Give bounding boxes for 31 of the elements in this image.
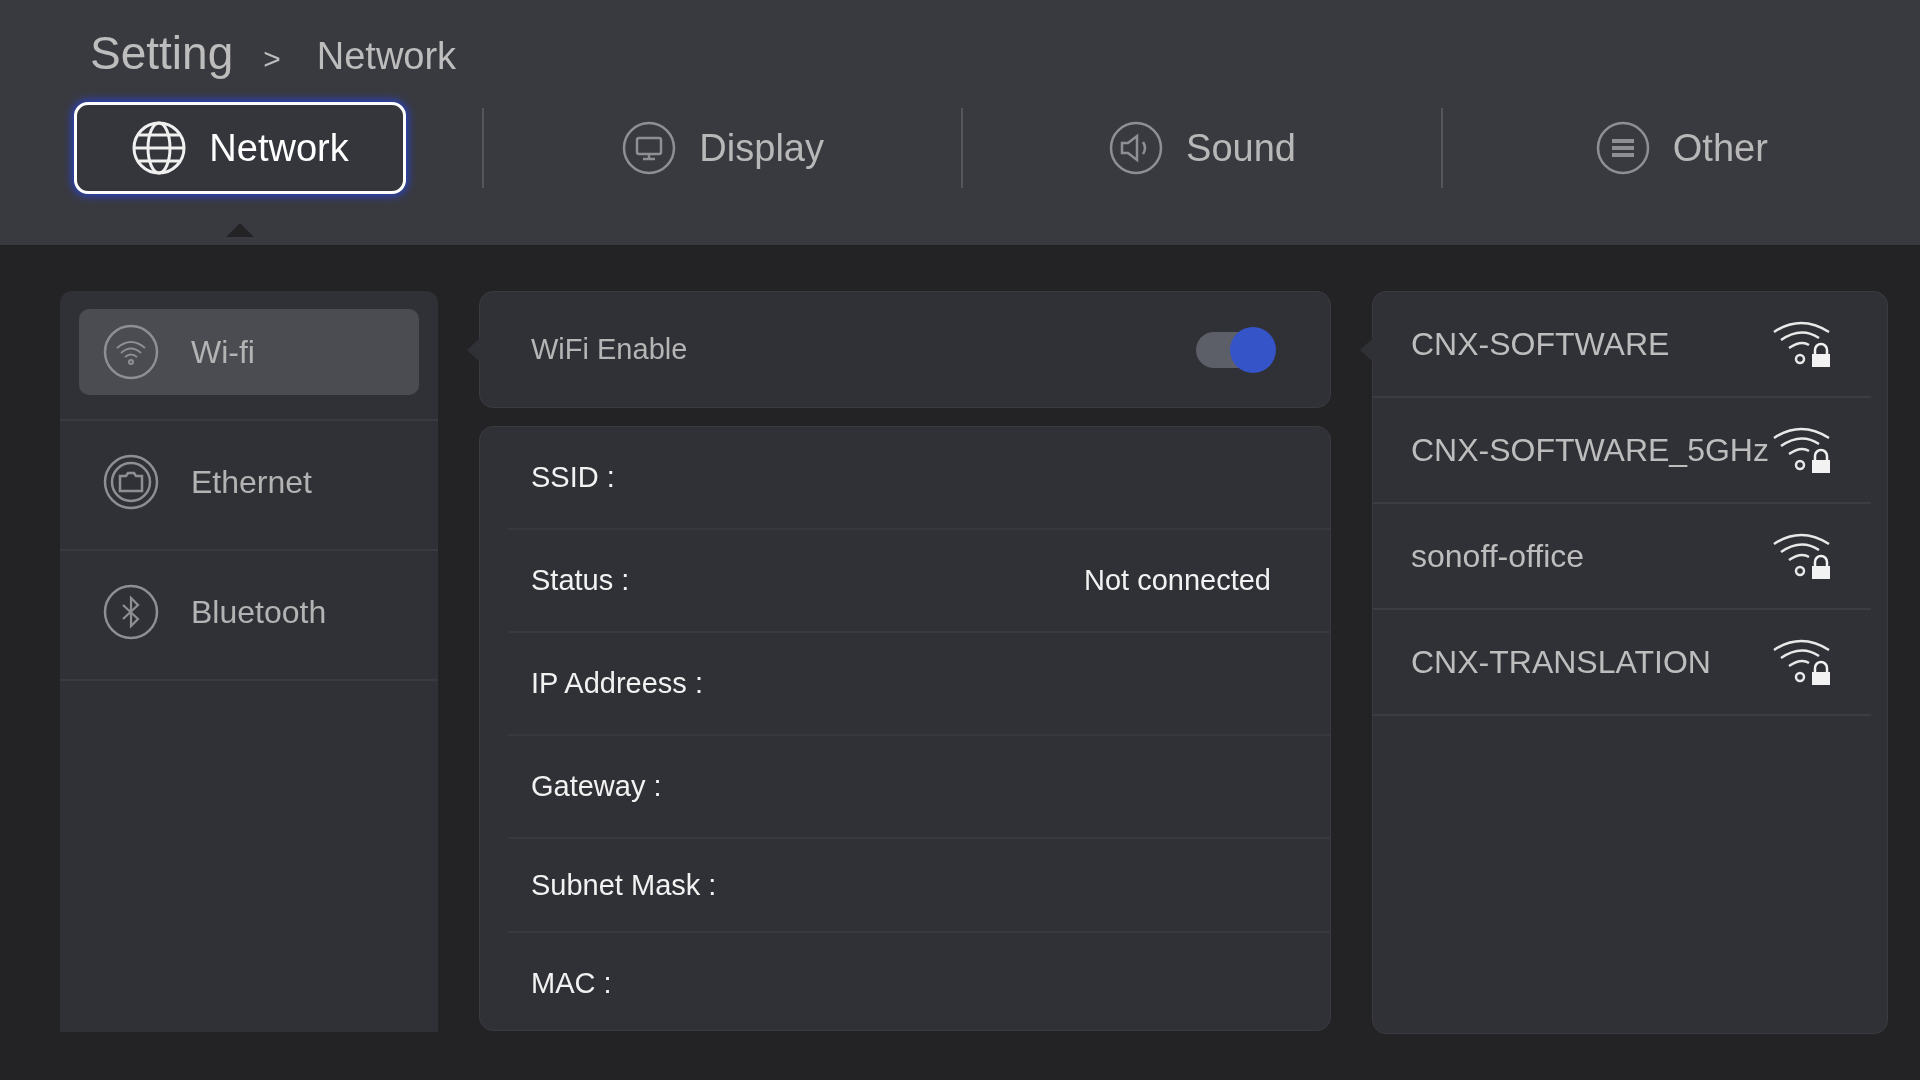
info-value: Not connected [1084, 564, 1271, 597]
breadcrumb-current: Network [316, 35, 457, 78]
info-label: Status : [531, 564, 630, 597]
selection-pointer [226, 223, 254, 237]
wifi-network-item[interactable]: CNX-SOFTWARE [1373, 292, 1871, 398]
wifi-icon [103, 324, 159, 380]
category-tab[interactable]: Sound [1075, 102, 1329, 194]
category-tab[interactable]: Network [74, 102, 406, 194]
globe-icon [131, 120, 188, 176]
speaker-icon [1108, 120, 1165, 176]
wifi-network-item[interactable]: sonoff-office [1373, 504, 1871, 610]
wifi-network-item[interactable]: CNX-SOFTWARE_5GHz [1373, 398, 1871, 504]
sidebar-item[interactable]: Bluetooth [79, 569, 419, 655]
wifi-network-item[interactable]: CNX-TRANSLATION [1373, 610, 1871, 716]
category-tab[interactable]: Display [588, 102, 857, 194]
info-label: IP Addreess : [531, 667, 703, 700]
sidebar-item[interactable]: Ethernet [79, 439, 419, 525]
info-label: Gateway : [531, 770, 662, 803]
monitor-icon [621, 120, 678, 176]
category-tab[interactable]: Other [1561, 102, 1801, 194]
info-label: SSID : [531, 461, 615, 494]
breadcrumb-root[interactable]: Setting [90, 26, 234, 80]
wifi-enable-label: WiFi Enable [531, 333, 688, 366]
sidebar-item[interactable]: Wi-fi [79, 309, 419, 395]
wifi-toggle[interactable] [1194, 326, 1276, 373]
bluetooth-icon [103, 584, 159, 640]
ethernet-port-icon [103, 454, 159, 510]
info-label: Subnet Mask : [531, 868, 717, 902]
menu-icon [1594, 120, 1651, 176]
breadcrumb-separator: > [263, 42, 281, 76]
info-label: MAC : [531, 967, 612, 1000]
